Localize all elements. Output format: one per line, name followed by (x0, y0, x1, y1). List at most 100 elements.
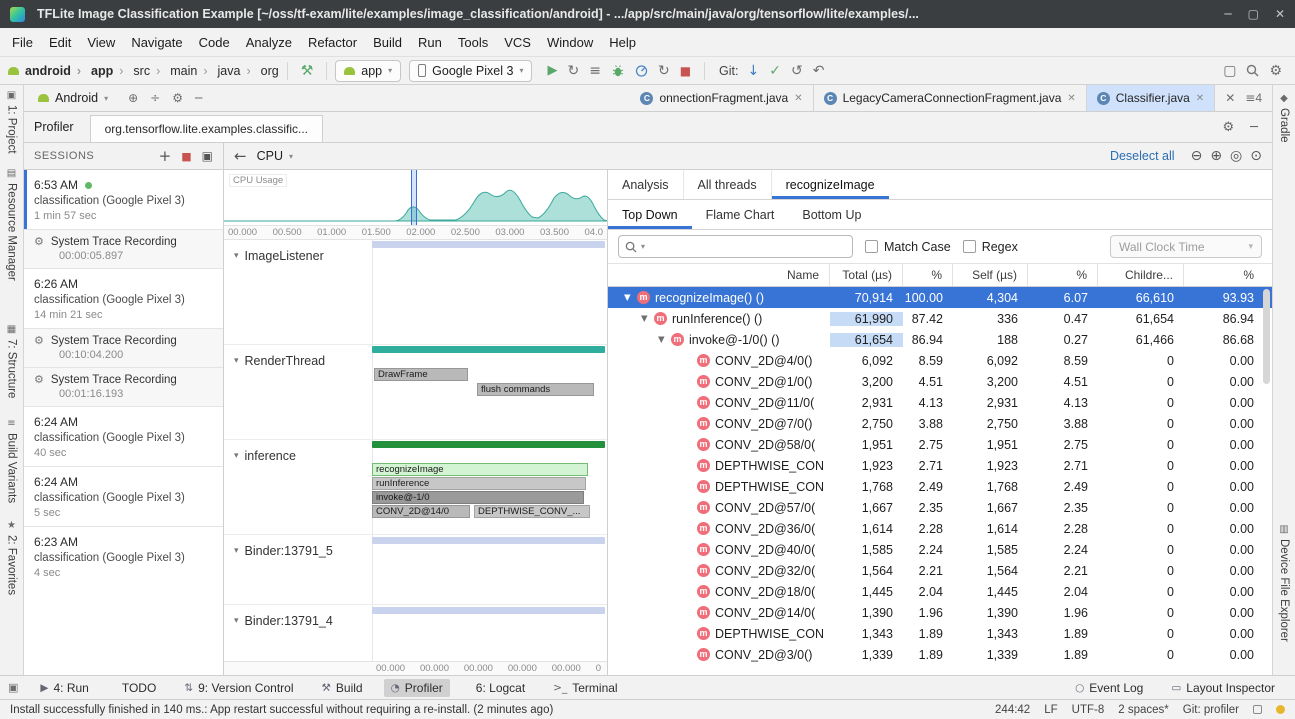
table-row[interactable]: m CONV_2D@58/0( 1,951 2.75 1,951 2.75 0 … (608, 434, 1272, 455)
trace-event[interactable]: invoke@-1/0 (372, 491, 584, 504)
toolwindow-button[interactable]: ◔ Profiler (384, 679, 450, 697)
thread-row-inference[interactable]: recognizeImage runInference invoke@-1/0 … (224, 440, 607, 535)
breadcrumb-item[interactable]: android (25, 64, 71, 78)
table-row[interactable]: m CONV_2D@11/0( 2,931 4.13 2,931 4.13 0 … (608, 392, 1272, 413)
clock-mode-select[interactable]: Wall Clock Time ▾ (1110, 235, 1262, 258)
indent-style[interactable]: 2 spaces* (1118, 704, 1169, 716)
thread-row-binder5[interactable]: ▾Binder:13791_5 (224, 535, 607, 605)
analysis-tab[interactable]: All threads (683, 170, 771, 199)
project-view-select[interactable]: Android ▾ (30, 85, 116, 111)
thread-row-renderthread[interactable]: DrawFrame flush commands ▾RenderThread (224, 345, 607, 440)
menu-item[interactable]: Window (539, 32, 601, 53)
view-options-icon[interactable]: ⚙ (172, 91, 183, 105)
reset-zoom-icon[interactable]: ◎ (1230, 148, 1242, 164)
toolwindow-button[interactable]: ▭ Layout Inspector (1164, 679, 1282, 697)
menu-item[interactable]: Refactor (300, 32, 365, 53)
vertical-scrollbar[interactable] (1263, 289, 1270, 384)
close-all-icon[interactable]: ✕ (1225, 91, 1235, 105)
expander-icon[interactable] (658, 335, 671, 345)
cpu-usage-chart[interactable]: CPU Usage (224, 170, 607, 226)
table-row[interactable]: m CONV_2D@3/0() 1,339 1.89 1,339 1.89 0 … (608, 644, 1272, 665)
table-row[interactable]: m CONV_2D@14/0( 1,390 1.96 1,390 1.96 0 … (608, 602, 1272, 623)
analysis-subtab[interactable]: Bottom Up (788, 200, 875, 229)
session-item[interactable]: 00:01:16.193 ⚙ System Trace Recording 00… (24, 367, 223, 406)
tool-strip-button[interactable]: ★ 2: Favorites (6, 520, 18, 595)
thread-state-track[interactable] (372, 441, 605, 448)
collapse-thread-icon[interactable]: ▾ (234, 356, 239, 366)
debug-button[interactable] (611, 64, 625, 78)
menu-item[interactable]: Build (365, 32, 410, 53)
stop-recording-icon[interactable]: ■ (181, 150, 191, 163)
settings-icon[interactable]: ⚙ (1269, 63, 1282, 79)
collapse-thread-icon[interactable]: ▾ (234, 616, 239, 626)
zoom-out-icon[interactable]: ⊖ (1191, 148, 1203, 164)
column-header[interactable]: Total (µs) (830, 264, 903, 286)
toolwindow-button[interactable]: TODO (110, 679, 163, 697)
table-row[interactable]: m CONV_2D@36/0( 1,614 2.28 1,614 2.28 0 … (608, 518, 1272, 539)
thread-tracks-area[interactable]: ▾ImageListener DrawFrame flush commands … (224, 240, 607, 661)
analysis-subtab[interactable]: Top Down (608, 200, 692, 229)
tool-strip-button[interactable]: ▦ 7: Structure (6, 324, 18, 398)
profiler-session-tab[interactable]: org.tensorflow.lite.examples.classific..… (90, 115, 323, 142)
git-commit-button[interactable]: ✓ (769, 63, 781, 79)
thread-row-imagelistener[interactable]: ▾ImageListener (224, 240, 607, 345)
menu-item[interactable]: Tools (450, 32, 496, 53)
zoom-to-selection-icon[interactable]: ⊙ (1250, 148, 1262, 164)
file-encoding[interactable]: UTF-8 (1072, 704, 1105, 716)
menu-item[interactable]: File (4, 32, 41, 53)
menu-item[interactable]: Code (191, 32, 238, 53)
session-item[interactable]: 6:26 AM classification (Google Pixel 3) … (24, 268, 223, 328)
menu-item[interactable]: VCS (496, 32, 539, 53)
git-rollback-button[interactable]: ↶ (813, 63, 825, 79)
close-window-icon[interactable]: ✕ (1275, 7, 1285, 21)
run-config-select[interactable]: app ▾ (335, 60, 401, 82)
toolwindow-button[interactable]: 6: Logcat (464, 679, 532, 697)
thread-state-track[interactable] (372, 537, 605, 544)
profile-button[interactable] (635, 64, 648, 77)
tool-strip-button[interactable]: ▣ 1: Project (6, 90, 18, 154)
run-button[interactable]: ▶ (547, 63, 557, 78)
add-session-icon[interactable]: + (159, 147, 172, 165)
breadcrumb-item[interactable]: java (197, 64, 240, 78)
session-item[interactable]: 00:10:04.200 ⚙ System Trace Recording 00… (24, 328, 223, 367)
locate-file-icon[interactable]: ⊕ (128, 91, 138, 105)
table-row[interactable]: m CONV_2D@57/0( 1,667 2.35 1,667 2.35 0 … (608, 497, 1272, 518)
minimize-tool-icon[interactable]: ─ (1250, 120, 1258, 135)
table-row[interactable]: m CONV_2D@4/0() 6,092 8.59 6,092 8.59 0 … (608, 350, 1272, 371)
menu-item[interactable]: Edit (41, 32, 79, 53)
breadcrumb-item[interactable]: app (71, 64, 113, 78)
menu-item[interactable]: Help (601, 32, 644, 53)
table-row[interactable]: m invoke@-1/0() () 61,654 86.94 188 0.27… (608, 329, 1272, 350)
breadcrumb-item[interactable]: org (240, 64, 278, 78)
column-header[interactable]: Self (µs) (953, 264, 1028, 286)
tool-strip-button[interactable]: ▥ Device File Explorer (1278, 524, 1290, 642)
analysis-subtab[interactable]: Flame Chart (692, 200, 789, 229)
editor-tab[interactable]: C Classifier.java ✕ (1087, 85, 1215, 111)
toolwindow-button[interactable]: ⚒ Build (315, 679, 370, 697)
table-row[interactable]: m CONV_2D@32/0( 1,564 2.21 1,564 2.21 0 … (608, 560, 1272, 581)
regex-checkbox[interactable]: Regex (963, 240, 1018, 254)
toolwindow-button[interactable]: >_ Terminal (546, 679, 624, 697)
git-update-button[interactable]: ↓ (747, 63, 759, 79)
thread-state-track[interactable] (372, 241, 605, 248)
collapse-all-icon[interactable]: ÷ (150, 91, 160, 105)
expander-icon[interactable] (641, 314, 654, 324)
hidden-tabs-dropdown[interactable]: ≡4 (1245, 91, 1262, 105)
git-history-button[interactable]: ↺ (791, 63, 803, 79)
table-row[interactable]: m DEPTHWISE_CON 1,343 1.89 1,343 1.89 0 … (608, 623, 1272, 644)
menu-item[interactable]: View (79, 32, 123, 53)
analysis-tab[interactable]: Analysis (608, 170, 683, 199)
close-tab-icon[interactable]: ✕ (1196, 93, 1204, 104)
collapse-thread-icon[interactable]: ▾ (234, 546, 239, 556)
menu-item[interactable]: Analyze (238, 32, 300, 53)
breadcrumb-item[interactable]: src (113, 64, 150, 78)
notification-icon[interactable] (1276, 705, 1285, 714)
profiler-type-select[interactable]: CPU ▾ (257, 149, 293, 163)
device-select[interactable]: Google Pixel 3 ▾ (409, 60, 532, 82)
trace-event[interactable]: runInference (372, 477, 586, 490)
table-row[interactable]: m runInference() () 61,990 87.42 336 0.4… (608, 308, 1272, 329)
search-input[interactable] (649, 240, 846, 254)
tool-strip-button[interactable]: ≡ Build Variants (6, 418, 18, 503)
session-item[interactable]: 00:00:05.897 ⚙ System Trace Recording 00… (24, 229, 223, 268)
collapse-sessions-icon[interactable]: ▣ (202, 149, 213, 163)
